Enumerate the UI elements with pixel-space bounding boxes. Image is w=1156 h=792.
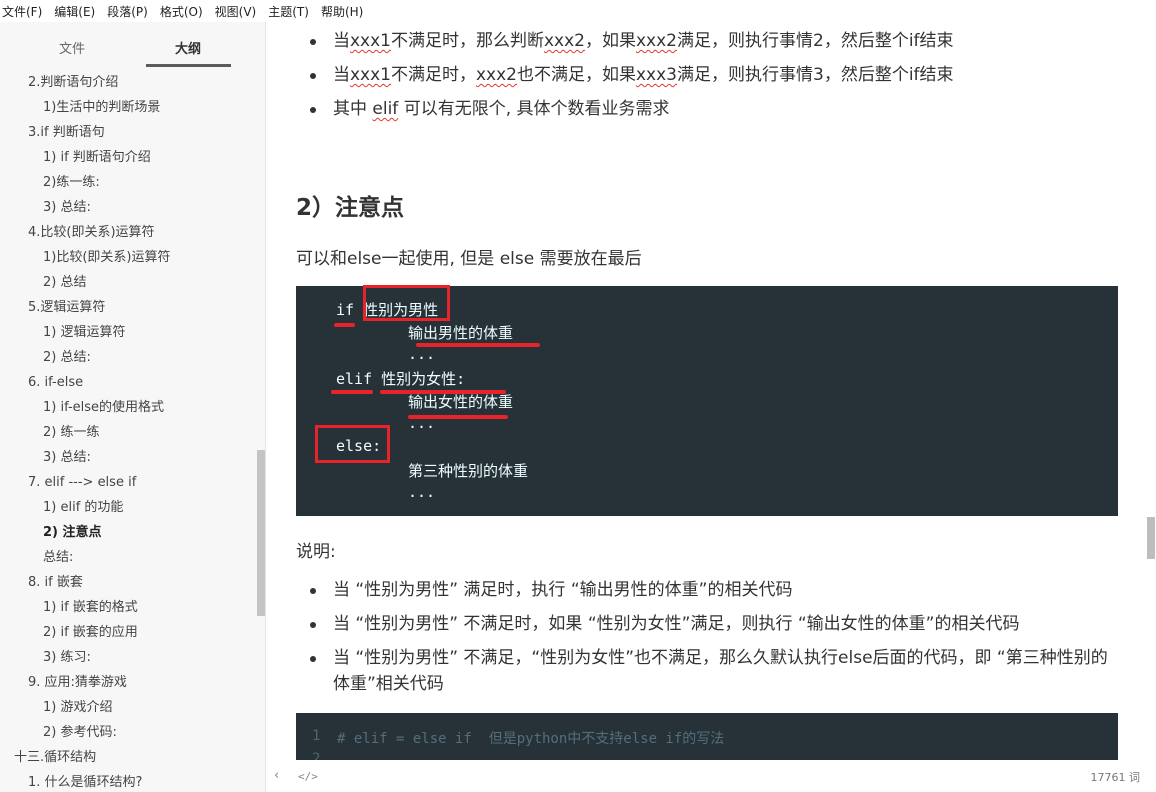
menu-edit[interactable]: 编辑(E) — [54, 3, 95, 20]
code-line: elif 性别为女性: — [336, 370, 466, 388]
paragraph: 可以和else一起使用, 但是 else 需要放在最后 — [296, 249, 642, 269]
description-list: 当 “性别为男性” 满足时，执行 “输出男性的体重”的相关代码 当 “性别为男性… — [296, 577, 1118, 705]
code-comment: # elif = else if 但是python中不支持else if的写法 — [337, 731, 725, 747]
menu-view[interactable]: 视图(V) — [215, 3, 257, 20]
outline-item[interactable]: 1) 逻辑运算符 — [0, 320, 260, 345]
outline-item[interactable]: 5.逻辑运算符 — [0, 295, 260, 320]
sidebar-tabs: 文件 大纲 — [0, 22, 265, 68]
line-number: 2 — [312, 751, 321, 760]
annotation-underline — [331, 390, 373, 394]
code-line: 输出女性的体重 — [408, 393, 514, 411]
list-item: 当xxx1不满足时，那么判断xxx2，如果xxx2满足，则执行事情2，然后整个i… — [296, 28, 1118, 54]
annotation-underline — [408, 415, 508, 419]
tab-files[interactable]: 文件 — [59, 38, 85, 57]
outline-item[interactable]: 1)生活中的判断场景 — [0, 95, 260, 120]
menu-theme[interactable]: 主题(T) — [268, 3, 309, 20]
outline-item[interactable]: 3) 练习: — [0, 645, 260, 670]
annotation-underline — [334, 323, 355, 327]
editor-scrollbar[interactable] — [1147, 517, 1155, 559]
code-line: ... — [408, 345, 436, 363]
section-heading: 2）注意点 — [296, 195, 405, 221]
annotation-underline — [406, 390, 506, 394]
menu-file[interactable]: 文件(F) — [2, 3, 42, 20]
menu-bar: 文件(F) 编辑(E) 段落(P) 格式(O) 视图(V) 主题(T) 帮助(H… — [0, 0, 1156, 22]
outline-item[interactable]: 1) 游戏介绍 — [0, 695, 260, 720]
outline-item[interactable]: 3) 总结: — [0, 195, 260, 220]
list-item: 其中 elif 可以有无限个, 具体个数看业务需求 — [296, 96, 1118, 122]
outline-item[interactable]: 6. if-else — [0, 370, 260, 395]
outline-item[interactable]: 1) if 判断语句介绍 — [0, 145, 260, 170]
outline-item[interactable]: 2) if 嵌套的应用 — [0, 620, 260, 645]
outline-item[interactable]: 8. if 嵌套 — [0, 570, 260, 595]
source-code-icon[interactable]: </> — [298, 770, 318, 783]
outline-item[interactable]: 2) 总结: — [0, 345, 260, 370]
code-line: 输出男性的体重 — [408, 324, 514, 342]
list-item: 当 “性别为男性” 满足时，执行 “输出男性的体重”的相关代码 — [296, 577, 1118, 603]
code-line: 第三种性别的体重 — [408, 462, 529, 480]
outline-item[interactable]: 十三.循环结构 — [0, 745, 260, 770]
sidebar-scrollbar[interactable] — [257, 450, 265, 616]
line-number: 1 — [312, 728, 321, 744]
status-bar: ‹ </> 17761 词 — [266, 760, 1156, 792]
list-item: 当 “性别为男性” 不满足时，如果 “性别为女性”满足，则执行 “输出女性的体重… — [296, 611, 1118, 637]
outline-item[interactable]: 2.判断语句介绍 — [0, 70, 260, 95]
menu-help[interactable]: 帮助(H) — [321, 3, 363, 20]
outline-item[interactable]: 1) if 嵌套的格式 — [0, 595, 260, 620]
outline-list: 2.判断语句介绍 1)生活中的判断场景 3.if 判断语句 1) if 判断语句介绍 2… — [0, 70, 260, 792]
outline-item[interactable]: 1)比较(即关系)运算符 — [0, 245, 260, 270]
code-block-2[interactable]: 1 2 # elif = else if 但是python中不支持else if… — [296, 713, 1118, 760]
outline-item[interactable]: 1) if-else的使用格式 — [0, 395, 260, 420]
annotation-box — [315, 425, 390, 463]
tab-outline[interactable]: 大纲 — [175, 38, 201, 57]
outline-item[interactable]: 4.比较(即关系)运算符 — [0, 220, 260, 245]
menu-paragraph[interactable]: 段落(P) — [107, 3, 148, 20]
list-item: 当 “性别为男性” 不满足，“性别为女性”也不满足，那么久默认执行else后面的… — [296, 645, 1118, 697]
word-count[interactable]: 17761 词 — [1091, 769, 1141, 785]
code-block[interactable]: if 性别为男性 输出男性的体重 ... elif 性别为女性: 输出女性的体重… — [296, 285, 1118, 516]
outline-item[interactable]: 1) elif 的功能 — [0, 495, 260, 520]
chevron-left-icon[interactable]: ‹ — [274, 768, 279, 783]
top-bullet-list: 当xxx1不满足时，那么判断xxx2，如果xxx2满足，则执行事情2，然后整个i… — [296, 28, 1118, 122]
outline-item[interactable]: 3.if 判断语句 — [0, 120, 260, 145]
code-line: ... — [408, 483, 436, 501]
outline-item[interactable]: 2) 总结 — [0, 270, 260, 295]
outline-item[interactable]: 2) 练一练 — [0, 420, 260, 445]
editor-area: 当xxx1不满足时，那么判断xxx2，如果xxx2满足，则执行事情2，然后整个i… — [266, 22, 1156, 760]
outline-item[interactable]: 2)练一练: — [0, 170, 260, 195]
annotation-underline — [416, 343, 540, 347]
active-tab-indicator — [146, 64, 231, 67]
outline-item[interactable]: 7. elif ---> else if — [0, 470, 260, 495]
sidebar: 文件 大纲 2.判断语句介绍 1)生活中的判断场景 3.if 判断语句 1) if 判… — [0, 22, 266, 792]
outline-item[interactable]: 9. 应用:猜拳游戏 — [0, 670, 260, 695]
outline-item[interactable]: 1. 什么是循环结构? — [0, 770, 260, 792]
description-label: 说明: — [296, 542, 336, 562]
annotation-box — [363, 285, 450, 321]
outline-item[interactable]: 总结: — [0, 545, 260, 570]
outline-item[interactable]: 2) 参考代码: — [0, 720, 260, 745]
outline-item[interactable]: 2) 注意点 — [0, 520, 260, 545]
menu-format[interactable]: 格式(O) — [160, 3, 203, 20]
list-item: 当xxx1不满足时，xxx2也不满足，如果xxx3满足，则执行事情3，然后整个i… — [296, 62, 1118, 88]
outline-item[interactable]: 3) 总结: — [0, 445, 260, 470]
